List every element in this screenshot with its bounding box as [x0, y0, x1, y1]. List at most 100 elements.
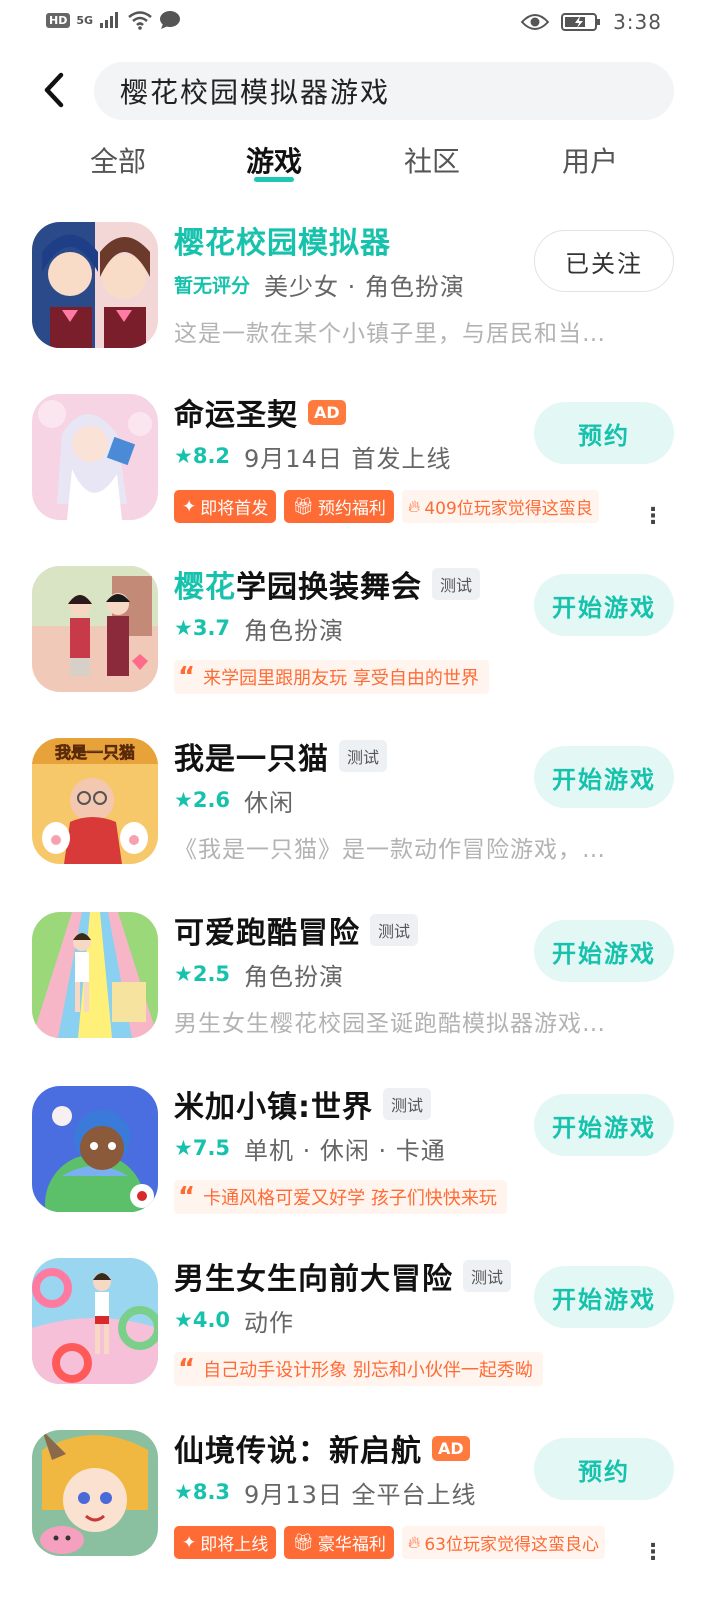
reserve-button[interactable]: 预约: [534, 402, 674, 464]
item-info: 仙境传说：新启航 AD ★8.3 9月13日 全平台上线 ✦ 即将上线 🎁︎ 豪华福…: [174, 1428, 605, 1559]
list-item[interactable]: 命运圣契 AD ★8.2 9月14日 首发上线 ✦ 即将首发 🎁︎ 预约福利 🔥︎ 4…: [0, 382, 720, 552]
fire-icon: 🔥︎: [407, 496, 421, 517]
search-input[interactable]: 樱花校园模拟器游戏: [94, 62, 674, 120]
play-button[interactable]: 开始游戏: [534, 1094, 674, 1156]
list-item[interactable]: 米加小镇:世界 测试 ★7.5 单机 · 休闲 · 卡通 “ 卡通风格可爱又好学…: [0, 1074, 720, 1244]
more-icon[interactable]: ⋮: [642, 1540, 664, 1565]
title-row: 仙境传说：新启航 AD: [174, 1428, 524, 1469]
title-row: 米加小镇:世界 测试: [174, 1084, 524, 1125]
status-right: 3:38: [521, 10, 662, 34]
list-item[interactable]: 男生女生向前大冒险 测试 ★4.0 动作 “ 自己动手设计形象 别忘和小伙伴一起…: [0, 1246, 720, 1416]
tag-label: 预约福利: [317, 499, 386, 519]
game-description: 这是一款在某个小镇子里，与居民和当…: [174, 321, 606, 347]
sparkle-icon: ✦: [182, 1532, 197, 1553]
wifi-icon: [127, 10, 153, 30]
test-badge: 测试: [463, 1260, 512, 1292]
item-info: 樱花学园换装舞会 测试 ★3.7 角色扮演 “ 来学园里跟朋友玩 享受自由的世界: [174, 564, 524, 694]
game-title: 米加小镇:世界: [174, 1090, 373, 1125]
list-item[interactable]: 我是一只猫 我是一只猫 测试 ★2.6 休闲 《我是一只猫》是一款动作冒险游戏，…: [0, 726, 720, 896]
title-row: 可爱跑酷冒险 测试: [174, 910, 524, 951]
quote-icon: “: [178, 1182, 196, 1212]
battery-icon: [561, 12, 601, 32]
game-description: 《我是一只猫》是一款动作冒险游戏，…: [174, 837, 606, 863]
game-title: 我是一只猫: [174, 742, 329, 777]
item-info: 米加小镇:世界 测试 ★7.5 单机 · 休闲 · 卡通 “ 卡通风格可爱又好学…: [174, 1084, 524, 1214]
status-left: HD 5G: [46, 10, 181, 30]
title-row: 命运圣契 AD: [174, 392, 524, 433]
test-badge: 测试: [339, 740, 388, 772]
release-text: 9月14日 首发上线: [244, 444, 452, 473]
toca-world-icon[interactable]: [32, 1086, 158, 1212]
runner-girl-icon[interactable]: [32, 1258, 158, 1384]
play-button[interactable]: 开始游戏: [534, 746, 674, 808]
rating: ★3.7: [174, 616, 231, 640]
hd-icon: HD: [46, 12, 71, 28]
category-tabs: 全部 游戏 社区 用户: [0, 140, 720, 192]
rating: ★4.0: [174, 1308, 231, 1332]
gift-icon: 🎁︎: [292, 1532, 314, 1553]
tab-users[interactable]: 用户: [552, 140, 628, 192]
rating: ★8.3: [174, 1480, 231, 1504]
signal-icon: [99, 11, 121, 29]
cat-game-icon[interactable]: 我是一只猫: [32, 738, 158, 864]
network-type: 5G: [76, 13, 94, 27]
fantasy-girl-icon[interactable]: [32, 394, 158, 520]
back-button[interactable]: [34, 70, 74, 110]
title-row: 男生女生向前大冒险 测试: [174, 1256, 524, 1297]
tag-coming-soon: ✦ 即将首发: [174, 490, 277, 523]
genre-text: 休闲: [244, 788, 295, 817]
game-title: 樱花校园模拟器: [174, 226, 391, 261]
game-title: 可爱跑酷冒险: [174, 916, 360, 951]
eye-icon: [521, 13, 550, 31]
list-item[interactable]: 可爱跑酷冒险 测试 ★2.5 角色扮演 男生女生樱花校园圣诞跑酷模拟器游戏… 开…: [0, 900, 720, 1070]
sparkle-icon: ✦: [182, 496, 197, 517]
tab-indicator: [254, 177, 294, 182]
anime-girls-icon[interactable]: [32, 222, 158, 348]
quote-icon: “: [178, 662, 196, 692]
tag-row: ✦ 即将首发 🎁︎ 预约福利 🔥︎ 409位玩家觉得这蛮良: [174, 490, 599, 523]
game-title: 樱花学园换装舞会: [174, 562, 422, 606]
ragnarok-icon[interactable]: [32, 1430, 158, 1556]
meta-row: ★3.7 角色扮演: [174, 606, 524, 650]
list-item[interactable]: 樱花校园模拟器 暂无评分 美少女 · 角色扮演 这是一款在某个小镇子里，与居民和…: [0, 210, 720, 380]
school-couple-icon[interactable]: [32, 566, 158, 692]
play-button[interactable]: 开始游戏: [534, 574, 674, 636]
quote-row: “ 卡通风格可爱又好学 孩子们快快来玩: [174, 1180, 507, 1214]
genre-text: 动作: [244, 1308, 295, 1337]
game-title: 男生女生向前大冒险: [174, 1262, 453, 1297]
genre-text: 单机 · 休闲 · 卡通: [244, 1136, 446, 1165]
icon-banner-text: 我是一只猫: [55, 743, 135, 762]
title-highlight: 樱花: [174, 570, 236, 605]
reserve-button[interactable]: 预约: [534, 1438, 674, 1500]
quote-text: 自己动手设计形象 别忘和小伙伴一起秀呦: [203, 1360, 533, 1381]
fire-icon: 🔥︎: [407, 1532, 421, 1553]
followed-button[interactable]: 已关注: [534, 230, 674, 292]
search-header: 樱花校园模拟器游戏: [0, 58, 720, 124]
meta-row: ★4.0 动作: [174, 1298, 524, 1342]
genre-text: 角色扮演: [244, 616, 345, 645]
item-info: 我是一只猫 测试 ★2.6 休闲 《我是一只猫》是一款动作冒险游戏，…: [174, 736, 605, 864]
popularity-text: 63位玩家觉得这蛮良心: [424, 1535, 599, 1555]
search-query: 樱花校园模拟器游戏: [120, 76, 391, 109]
item-info: 男生女生向前大冒险 测试 ★4.0 动作 “ 自己动手设计形象 别忘和小伙伴一起…: [174, 1256, 543, 1386]
release-text: 9月13日 全平台上线: [244, 1480, 477, 1509]
tab-all[interactable]: 全部: [80, 140, 156, 192]
meta-row: 暂无评分 美少女 · 角色扮演: [174, 262, 524, 306]
tag-gift: 🎁︎ 豪华福利: [284, 1526, 394, 1559]
tab-games[interactable]: 游戏: [236, 140, 312, 192]
play-button[interactable]: 开始游戏: [534, 1266, 674, 1328]
play-button[interactable]: 开始游戏: [534, 920, 674, 982]
ad-badge: AD: [432, 1435, 470, 1461]
item-info: 樱花校园模拟器 暂无评分 美少女 · 角色扮演 这是一款在某个小镇子里，与居民和…: [174, 220, 605, 348]
more-icon[interactable]: ⋮: [642, 504, 664, 529]
parkour-icon[interactable]: [32, 912, 158, 1038]
rating: ★7.5: [174, 1136, 231, 1160]
test-badge: 测试: [370, 914, 419, 946]
ad-badge: AD: [308, 399, 346, 425]
game-title: 仙境传说：新启航: [174, 1434, 422, 1469]
list-item[interactable]: 樱花学园换装舞会 测试 ★3.7 角色扮演 “ 来学园里跟朋友玩 享受自由的世界…: [0, 554, 720, 724]
title-row: 我是一只猫 测试: [174, 736, 524, 777]
title-row: 樱花学园换装舞会 测试: [174, 562, 524, 606]
tab-community[interactable]: 社区: [394, 140, 470, 192]
list-item[interactable]: 仙境传说：新启航 AD ★8.3 9月13日 全平台上线 ✦ 即将上线 🎁︎ 豪华福…: [0, 1418, 720, 1588]
